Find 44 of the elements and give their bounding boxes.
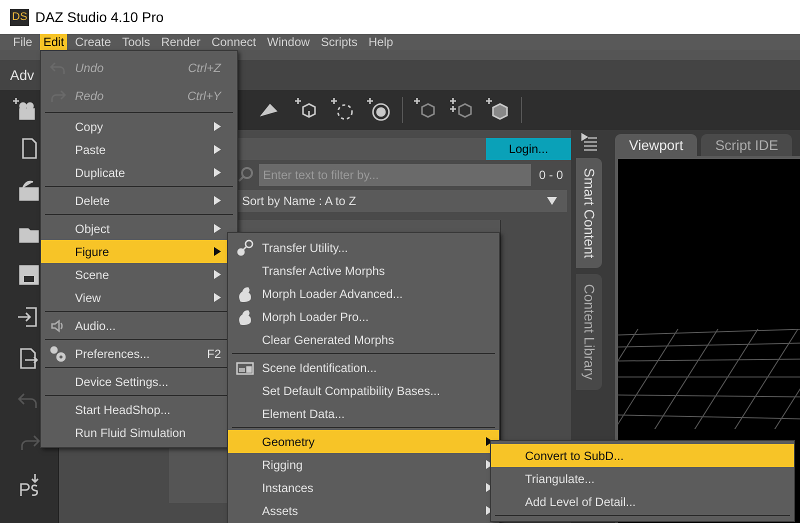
menu-bar-item[interactable]: Window (264, 34, 313, 50)
menu-item[interactable]: Geometry (228, 430, 499, 453)
add-box-icon[interactable] (485, 97, 511, 123)
menu-item[interactable]: Paste (41, 138, 237, 161)
menu-item[interactable]: Duplicate (41, 161, 237, 184)
menu-item[interactable]: Copy (41, 115, 237, 138)
menu-item[interactable]: Morph Loader Pro... (228, 305, 499, 328)
search-icon (237, 166, 255, 184)
menu-item[interactable]: Element Data... (228, 402, 499, 425)
menu-bar-item[interactable]: Edit (40, 34, 68, 50)
panel-menu-icon[interactable] (579, 132, 599, 152)
menu-item[interactable]: Morph Loader Advanced... (228, 282, 499, 305)
add-figure-icon[interactable] (12, 97, 38, 123)
result-count: 0 - 0 (538, 167, 564, 184)
menu-bar-item[interactable]: Tools (119, 34, 154, 50)
window-title: DAZ Studio 4.10 Pro (35, 8, 164, 26)
menu-item[interactable]: Convert to SubD... (491, 444, 794, 467)
layout-tab[interactable]: Adv (10, 64, 34, 86)
menu-bar-item[interactable]: Create (72, 34, 114, 50)
menu-bar-item[interactable]: File (10, 34, 36, 50)
add-ring-icon[interactable] (366, 97, 392, 123)
dropdown-caret-icon (547, 197, 557, 205)
menu-bar-item[interactable]: Connect (208, 34, 260, 50)
menu-bar-item[interactable]: Help (366, 34, 396, 50)
menu-item[interactable]: Triangulate... (491, 467, 794, 490)
open-folder-icon[interactable] (16, 178, 42, 204)
menu-item[interactable]: Scene Identification... (228, 356, 499, 379)
shortcut-text: Ctrl+Z (188, 60, 221, 77)
side-tab[interactable]: Smart Content (576, 158, 602, 268)
side-tab[interactable]: Content Library (576, 274, 602, 390)
menu-bar-item[interactable]: Render (158, 34, 204, 50)
menu-item[interactable]: Set Default Compatibility Bases... (228, 379, 499, 402)
transfer-icon (236, 238, 254, 256)
viewport-tab[interactable]: Script IDE (701, 134, 792, 156)
login-button[interactable]: Login... (486, 138, 571, 160)
app-logo: DS (10, 8, 30, 26)
menu-item[interactable]: Clear Generated Morphs (228, 328, 499, 351)
gears-icon (49, 344, 67, 362)
save-icon[interactable] (16, 262, 42, 288)
viewport-tab[interactable]: Viewport (615, 134, 698, 156)
menu-item[interactable]: Add Level of Detail... (491, 490, 794, 513)
menu-bar-item[interactable]: Scripts (318, 34, 361, 50)
shortcut-text: F2 (206, 346, 221, 362)
shortcut-text: Ctrl+Y (187, 88, 221, 105)
